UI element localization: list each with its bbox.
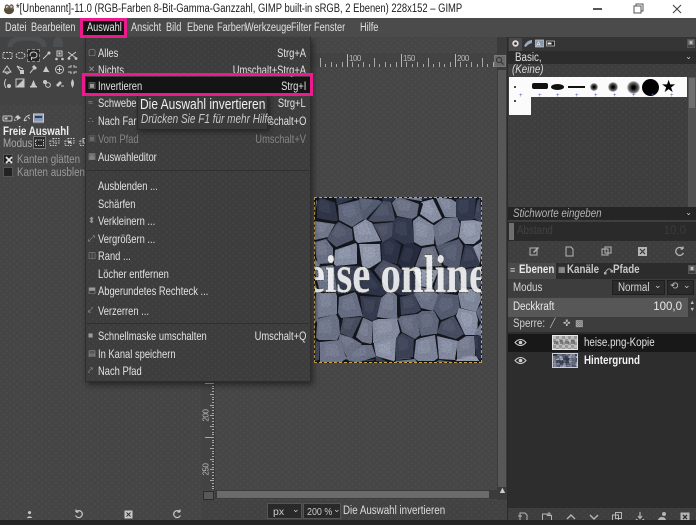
svg-text:heise online: heise online <box>315 246 481 304</box>
svg-text:A: A <box>537 42 541 48</box>
